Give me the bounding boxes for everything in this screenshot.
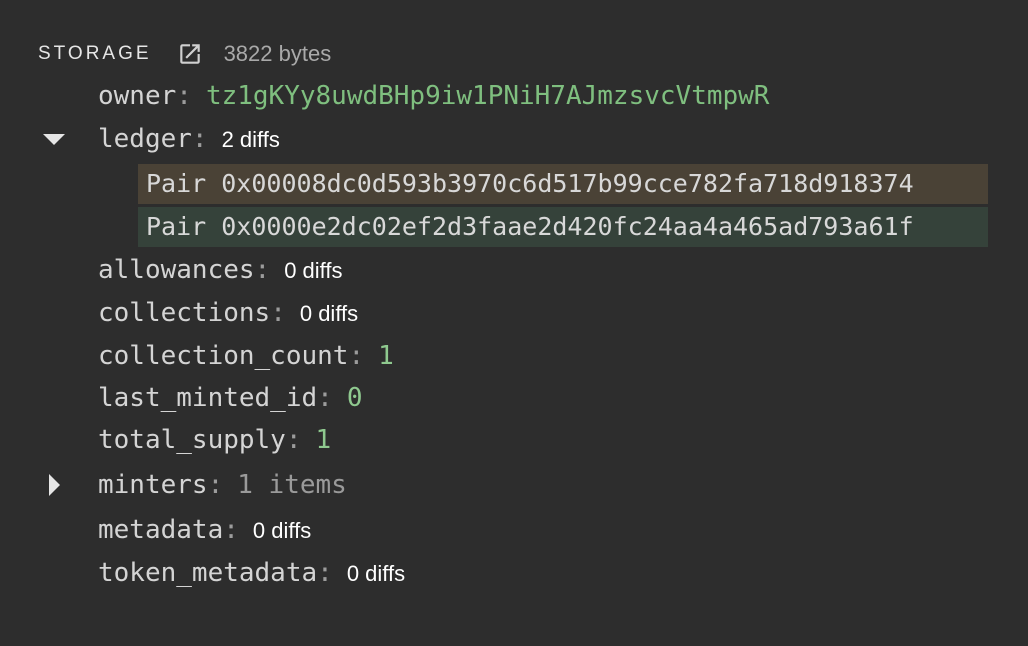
storage-value: 0 <box>346 383 363 413</box>
storage-key: minters <box>98 470 208 500</box>
open-external-icon[interactable] <box>176 40 204 68</box>
storage-title: STORAGE <box>38 43 152 64</box>
storage-value: 1 <box>315 425 332 455</box>
owner-address[interactable]: tz1gKYy8uwdBHp9iw1PNiH7AJmzsvcVtmpwR <box>206 81 770 111</box>
storage-key: collection_count <box>98 341 349 371</box>
storage-key: owner <box>98 81 177 111</box>
storage-header: STORAGE 3822 bytes <box>38 38 331 70</box>
diff-count: 2 diffs <box>221 126 280 152</box>
storage-key: allowances <box>98 254 255 285</box>
storage-key: ledger <box>98 123 192 154</box>
storage-key: token_metadata <box>98 557 318 588</box>
diff-count: 0 diffs <box>252 517 312 543</box>
caret-right-icon[interactable] <box>40 465 68 505</box>
storage-key: collections <box>98 297 271 328</box>
storage-key: total_supply <box>98 425 286 455</box>
storage-key: metadata <box>98 514 224 545</box>
storage-size: 3822 bytes <box>223 41 332 66</box>
diff-count: 0 diffs <box>346 560 406 586</box>
storage-value: 1 <box>378 341 394 371</box>
ledger-pair-added[interactable]: Pair 0x0000e2dc02ef2d3faae2d420fc24aa4a4… <box>138 207 988 247</box>
ledger-pair-changed[interactable]: Pair 0x00008dc0d593b3970c6d517b99cce782f… <box>138 164 988 204</box>
items-count: 1 items <box>237 470 347 500</box>
diff-count: 0 diffs <box>284 257 343 283</box>
diff-count: 0 diffs <box>299 300 359 326</box>
caret-down-icon[interactable] <box>40 119 68 159</box>
storage-key: last_minted_id <box>98 383 318 413</box>
